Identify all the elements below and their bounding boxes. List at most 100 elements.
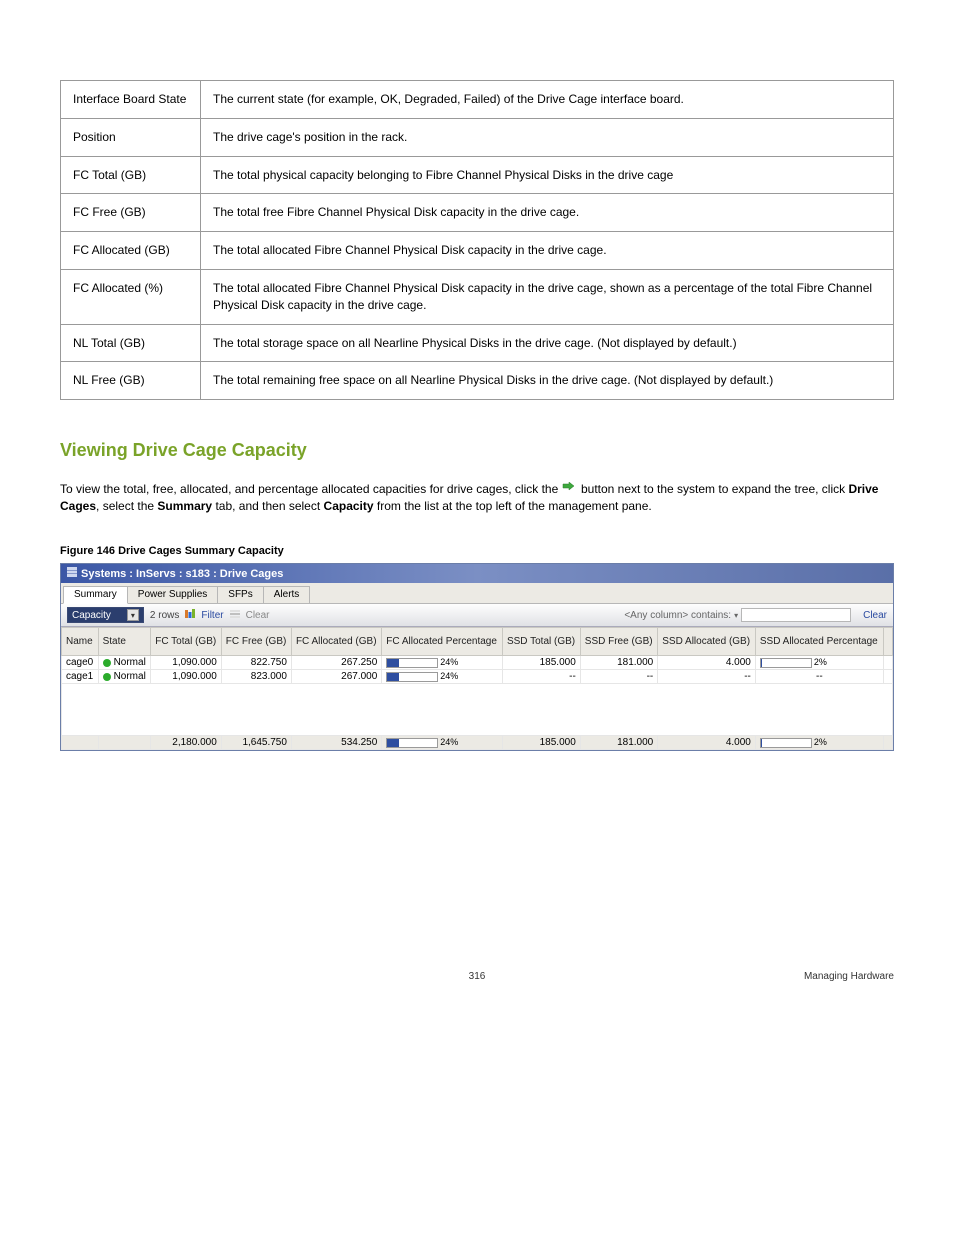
numeric-cell: 181.000 [580, 656, 657, 670]
numeric-cell: 823.000 [221, 670, 291, 684]
numeric-cell: 185.000 [502, 736, 580, 750]
tab-bar: SummaryPower SuppliesSFPsAlerts [61, 583, 893, 604]
state-cell: Normal [98, 656, 151, 670]
column-header[interactable]: State [98, 628, 151, 656]
footer-section-label: Managing Hardware [804, 971, 894, 982]
field-desc-cell: The total allocated Fibre Channel Physic… [201, 232, 894, 270]
page-number: 316 [469, 971, 486, 982]
grid-header-row: NameStateFC Total (GB)FC Free (GB)FC All… [62, 628, 893, 656]
column-header[interactable]: SSD Allocated Percentage [755, 628, 883, 656]
view-dropdown-label: Capacity [72, 610, 111, 621]
field-name-cell: Interface Board State [61, 81, 201, 119]
field-desc-cell: The total allocated Fibre Channel Physic… [201, 269, 894, 324]
figure-caption: Figure 146 Drive Cages Summary Capacity [60, 545, 894, 557]
grid-empty-area [62, 684, 893, 736]
window-title-bar: Systems : InServs : s183 : Drive Cages [61, 564, 893, 583]
column-header[interactable]: SSD Allocated (GB) [658, 628, 756, 656]
quick-filter: <Any column> contains: ▾ [624, 608, 851, 622]
column-header[interactable]: FC Allocated (GB) [291, 628, 381, 656]
numeric-cell: 822.750 [221, 656, 291, 670]
tab-power-supplies[interactable]: Power Supplies [127, 586, 218, 603]
column-header[interactable]: FC Free (GB) [221, 628, 291, 656]
status-dot-icon [103, 659, 111, 667]
column-header[interactable]: FC Allocated Percentage [382, 628, 503, 656]
row-count-label: 2 rows [150, 610, 179, 621]
field-desc-cell: The total storage space on all Nearline … [201, 324, 894, 362]
data-grid: NameStateFC Total (GB)FC Free (GB)FC All… [61, 627, 893, 750]
column-header[interactable]: Name [62, 628, 99, 656]
numeric-cell: 4.000 [658, 656, 756, 670]
field-name-cell: FC Free (GB) [61, 194, 201, 232]
tab-sfps[interactable]: SFPs [217, 586, 263, 603]
clear-filter-link[interactable]: Clear [246, 610, 270, 621]
grid-totals-row: 2,180.0001,645.750534.25024%185.000181.0… [62, 736, 893, 750]
numeric-cell: 181.000 [580, 736, 657, 750]
field-name-cell: FC Allocated (%) [61, 269, 201, 324]
quick-filter-label: <Any column> contains: [624, 610, 731, 621]
numeric-cell: -- [502, 670, 580, 684]
numeric-cell: 185.000 [502, 656, 580, 670]
numeric-cell: -- [658, 670, 756, 684]
table-row[interactable]: cage0Normal1,090.000822.750267.25024%185… [62, 656, 893, 670]
column-header[interactable]: SSD Total (GB) [502, 628, 580, 656]
field-description-table: Interface Board StateThe current state (… [60, 80, 894, 400]
numeric-cell: 267.250 [291, 656, 381, 670]
numeric-cell: 1,090.000 [151, 670, 222, 684]
numeric-cell: 1,090.000 [151, 656, 222, 670]
lead-paragraph: To view the total, free, allocated, and … [60, 481, 894, 515]
quick-filter-clear-link[interactable]: Clear [863, 610, 887, 621]
percentage-cell: 24% [382, 736, 503, 750]
window-title: Systems : InServs : s183 : Drive Cages [81, 568, 283, 580]
percentage-cell: 2% [755, 736, 883, 750]
tab-alerts[interactable]: Alerts [263, 586, 311, 603]
page-footer: 316 Managing Hardware [60, 971, 894, 982]
field-name-cell: NL Free (GB) [61, 362, 201, 400]
percentage-cell: 2% [755, 656, 883, 670]
filler-cell [883, 736, 892, 750]
expand-arrow-icon [562, 482, 574, 499]
status-dot-icon [103, 673, 111, 681]
tab-summary[interactable]: Summary [63, 586, 128, 604]
numeric-cell: 267.000 [291, 670, 381, 684]
lead-text-before: To view the total, free, allocated, and … [60, 482, 562, 496]
column-header[interactable]: SSD Free (GB) [580, 628, 657, 656]
field-name-cell: Position [61, 118, 201, 156]
state-cell: Normal [98, 670, 151, 684]
field-desc-cell: The current state (for example, OK, Degr… [201, 81, 894, 119]
numeric-cell: 534.250 [291, 736, 381, 750]
clear-icon [230, 609, 240, 622]
numeric-cell: 1,645.750 [221, 736, 291, 750]
table-row[interactable]: cage1Normal1,090.000823.000267.00024%---… [62, 670, 893, 684]
percentage-cell: -- [755, 670, 883, 684]
filter-icon [185, 609, 195, 622]
field-name-cell: NL Total (GB) [61, 324, 201, 362]
numeric-cell: 4.000 [658, 736, 756, 750]
name-cell: cage0 [62, 656, 99, 670]
dropdown-chevron-icon[interactable]: ▾ [734, 611, 738, 620]
totals-blank [98, 736, 151, 750]
view-dropdown[interactable]: Capacity ▾ [67, 607, 144, 623]
stack-icon [67, 567, 77, 580]
field-name-cell: FC Allocated (GB) [61, 232, 201, 270]
column-header-filler [883, 628, 892, 656]
numeric-cell: -- [580, 670, 657, 684]
field-desc-cell: The total free Fibre Channel Physical Di… [201, 194, 894, 232]
quick-filter-input[interactable] [741, 608, 851, 622]
section-heading: Viewing Drive Cage Capacity [60, 440, 894, 461]
grid-toolbar: Capacity ▾ 2 rows Filter Clear <Any colu… [61, 604, 893, 627]
percentage-cell: 24% [382, 670, 503, 684]
percentage-cell: 24% [382, 656, 503, 670]
filter-link[interactable]: Filter [201, 610, 223, 621]
totals-blank [62, 736, 99, 750]
filler-cell [883, 656, 892, 670]
field-desc-cell: The drive cage's position in the rack. [201, 118, 894, 156]
numeric-cell: 2,180.000 [151, 736, 222, 750]
field-desc-cell: The total remaining free space on all Ne… [201, 362, 894, 400]
dropdown-chevron-icon: ▾ [127, 609, 139, 621]
column-header[interactable]: FC Total (GB) [151, 628, 222, 656]
field-name-cell: FC Total (GB) [61, 156, 201, 194]
drive-cages-window: Systems : InServs : s183 : Drive Cages S… [60, 563, 894, 751]
filler-cell [883, 670, 892, 684]
field-desc-cell: The total physical capacity belonging to… [201, 156, 894, 194]
name-cell: cage1 [62, 670, 99, 684]
